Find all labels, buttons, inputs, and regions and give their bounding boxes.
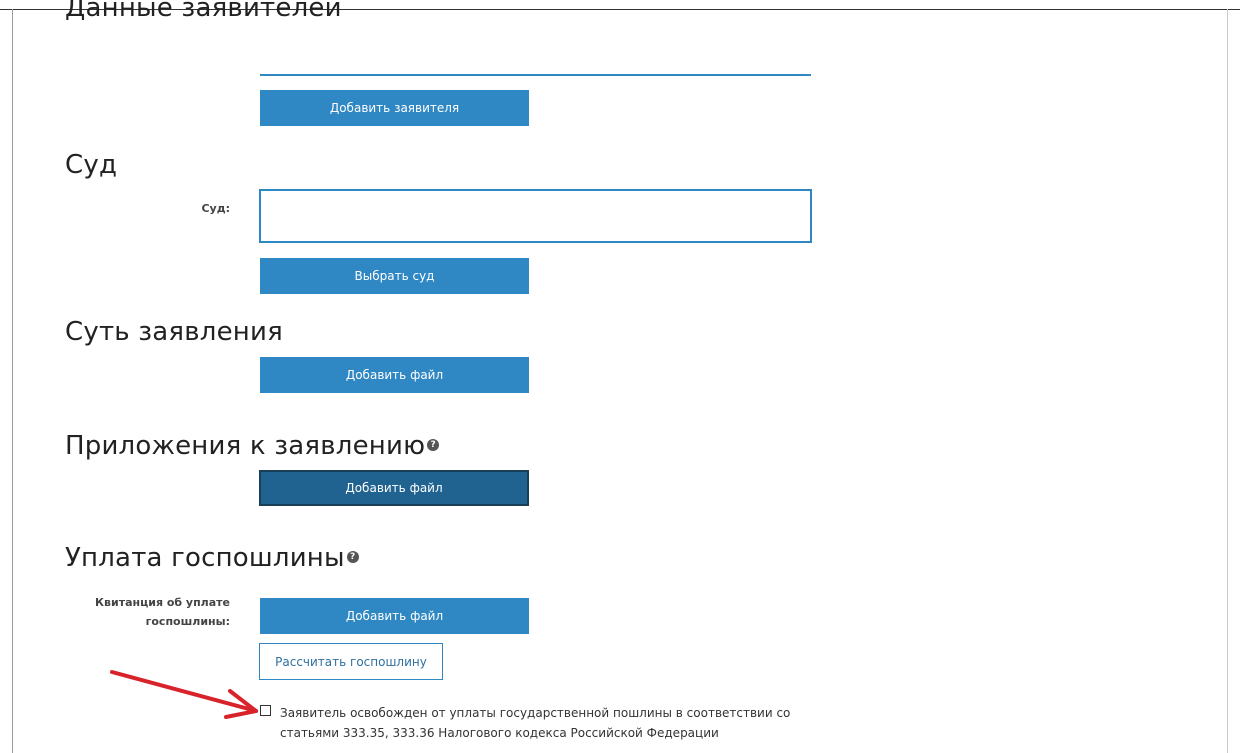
applicant-input[interactable] [260, 55, 811, 76]
question-circle-icon[interactable]: ? [346, 550, 359, 563]
court-heading: Суд [65, 150, 118, 180]
exempt-checkbox[interactable] [260, 705, 271, 716]
applicants-heading: Данные заявителей [65, 0, 342, 23]
duty-title: Уплата госпошлины [65, 543, 345, 573]
select-court-button[interactable]: Выбрать суд [260, 258, 529, 294]
attachments-add-file-button[interactable]: Добавить файл [259, 470, 529, 506]
court-input[interactable] [259, 189, 812, 243]
duty-heading: Уплата госпошлины? [65, 543, 359, 573]
add-applicant-button[interactable]: Добавить заявителя [260, 90, 529, 126]
calculate-duty-button[interactable]: Рассчитать госпошлину [259, 643, 443, 680]
receipt-field-label: Квитанция об уплате госпошлины: [95, 596, 230, 628]
attachments-heading: Приложения к заявлению? [65, 431, 440, 461]
red-arrow-annotation [110, 670, 258, 719]
right-border [1227, 9, 1228, 753]
receipt-add-file-button[interactable]: Добавить файл [260, 598, 529, 634]
question-circle-icon[interactable]: ? [427, 438, 440, 451]
attachments-title: Приложения к заявлению [65, 431, 426, 461]
court-field-label: Суд: [201, 202, 230, 215]
essence-add-file-button[interactable]: Добавить файл [260, 357, 529, 393]
exempt-checkbox-label: Заявитель освобожден от уплаты государст… [280, 706, 791, 740]
essence-heading: Суть заявления [65, 317, 283, 347]
form-page: Данные заявителей Добавить заявителя Суд… [0, 0, 1240, 753]
left-border [12, 9, 13, 753]
